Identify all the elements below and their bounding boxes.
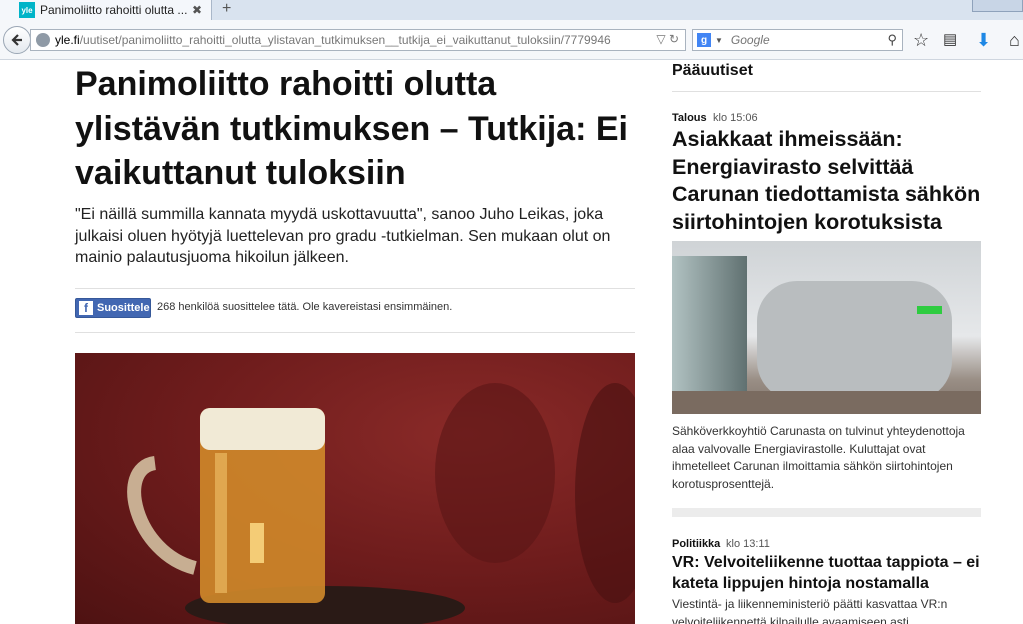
like-button-label: Suosittele xyxy=(97,302,150,314)
news-summary: Viestintä- ja liikenneministeriö päätti … xyxy=(672,597,948,624)
tab-title: Panimoliitto rahoitti olutta ... xyxy=(40,3,188,17)
news-headline-link[interactable]: Asiakkaat ihmeissään: Energiavirasto sel… xyxy=(672,126,984,236)
news-time: klo 15:06 xyxy=(713,112,758,124)
close-tab-icon[interactable]: ✖ xyxy=(192,3,202,17)
facebook-icon: f xyxy=(79,301,93,315)
news-category[interactable]: Politiikka xyxy=(672,538,720,550)
divider xyxy=(75,332,635,333)
like-count-text: 268 henkilöä suosittelee tätä. Ole kaver… xyxy=(157,301,453,313)
building-photo-illustration xyxy=(672,256,981,414)
bookmarks-menu-icon[interactable]: ▤ xyxy=(943,29,957,51)
search-bar[interactable]: g ▼ ⚲ xyxy=(692,29,903,51)
history-dropdown-icon[interactable]: ▽ xyxy=(656,32,665,46)
facebook-like-button[interactable]: f Suosittele xyxy=(75,298,151,318)
divider xyxy=(672,91,981,92)
downloads-icon[interactable]: ⬇ xyxy=(976,29,991,51)
back-button[interactable] xyxy=(3,26,31,54)
tab-strip: yle Panimoliitto rahoitti olutta ... ✖ + xyxy=(0,0,1023,20)
news-summary: Sähköverkkoyhtiö Carunasta on tulvinut y… xyxy=(672,424,965,491)
url-path: /uutiset/panimoliitto_rahoitti_olutta_yl… xyxy=(79,33,611,47)
site-identity-icon[interactable] xyxy=(36,33,50,47)
sidebar-title: Pääuutiset xyxy=(672,62,753,79)
browser-tab[interactable]: yle Panimoliitto rahoitti olutta ... ✖ xyxy=(0,0,212,20)
beer-mug-illustration xyxy=(127,383,635,624)
address-bar[interactable]: yle.fi/uutiset/panimoliitto_rahoitti_olu… xyxy=(30,29,686,51)
url-dropdown-reload: ▽ ↻ xyxy=(656,32,679,46)
back-arrow-icon xyxy=(11,34,22,46)
navigation-toolbar: yle.fi/uutiset/panimoliitto_rahoitti_olu… xyxy=(0,20,1023,60)
news-headline-link[interactable]: VR: Velvoiteliikenne tuottaa tappiota – … xyxy=(672,552,984,594)
bookmark-star-icon[interactable]: ☆ xyxy=(913,29,929,51)
search-input[interactable] xyxy=(730,33,881,47)
article-headline: Panimoliitto rahoitti olutta ylistävän t… xyxy=(75,65,628,193)
url-text: yle.fi/uutiset/panimoliitto_rahoitti_olu… xyxy=(55,33,655,47)
news-time: klo 13:11 xyxy=(726,538,770,550)
article-lead: "Ei näillä summilla kannata myydä uskott… xyxy=(75,206,611,266)
section-separator xyxy=(672,508,981,517)
window-minimize-button[interactable] xyxy=(972,0,1023,12)
url-host: yle.fi xyxy=(55,33,80,47)
search-icon[interactable]: ⚲ xyxy=(887,32,897,48)
reload-icon[interactable]: ↻ xyxy=(669,32,679,46)
engine-dropdown-icon[interactable]: ▼ xyxy=(715,36,723,45)
divider xyxy=(75,288,635,289)
news-photo[interactable] xyxy=(672,241,981,414)
beer-mug-photo xyxy=(75,353,635,624)
news-category[interactable]: Talous xyxy=(672,112,707,124)
home-icon[interactable]: ⌂ xyxy=(1009,29,1020,51)
google-engine-icon[interactable]: g xyxy=(697,33,711,47)
new-tab-button[interactable]: + xyxy=(222,0,231,18)
yle-favicon-icon: yle xyxy=(19,2,35,18)
